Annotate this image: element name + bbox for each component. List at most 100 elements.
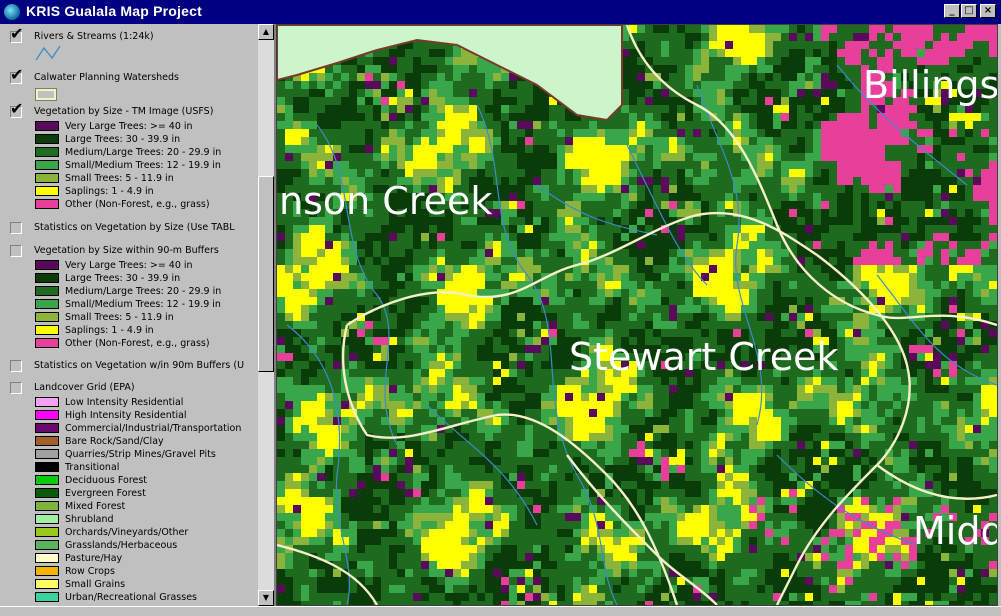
legend-item-label: High Intensity Residential (65, 410, 187, 421)
legend-layer: Vegetation by Size within 90-m Buffers Ve… (2, 243, 256, 350)
map-label-watershed: Billings (863, 63, 998, 107)
color-swatch (35, 134, 59, 144)
color-swatch (35, 173, 59, 183)
legend-item: Row Crops (2, 565, 256, 578)
checkmark-icon: ✔ (10, 99, 24, 118)
layer-header[interactable]: Statistics on Vegetation by Size (Use TA… (2, 220, 256, 236)
layer-header[interactable]: ✔ Rivers & Streams (1:24k) (2, 26, 256, 45)
legend-item-label: Urban/Recreational Grasses (65, 592, 197, 603)
layer-name: Vegetation by Size within 90-m Buffers (34, 245, 219, 256)
color-swatch (35, 325, 59, 335)
legend-item-label: Other (Non-Forest, e.g., grass) (65, 338, 210, 349)
legend-item: Commercial/Industrial/Transportation (2, 422, 256, 435)
layer-visibility-checkbox[interactable]: ✔ (10, 67, 23, 84)
layer-visibility-checkbox[interactable] (10, 382, 22, 394)
legend-item: High Intensity Residential (2, 409, 256, 422)
legend-item: Very Large Trees: >= 40 in (2, 259, 256, 272)
legend-item-label: Small Trees: 5 - 11.9 in (65, 312, 174, 323)
layer-visibility-checkbox[interactable] (10, 222, 22, 234)
legend-layer: Statistics on Vegetation w/in 90m Buffer… (2, 358, 256, 374)
legend-item-label: Quarries/Strip Mines/Gravel Pits (65, 449, 216, 460)
color-swatch (35, 527, 59, 537)
layer-name: Calwater Planning Watersheds (34, 72, 180, 83)
legend-item-label: Small Trees: 5 - 11.9 in (65, 173, 174, 184)
color-swatch (35, 199, 59, 209)
color-swatch (35, 260, 59, 270)
legend-item: Small Trees: 5 - 11.9 in (2, 311, 256, 324)
layer-header[interactable]: Landcover Grid (EPA) (2, 380, 256, 396)
color-swatch (35, 514, 59, 524)
legend-item-label: Very Large Trees: >= 40 in (65, 121, 193, 132)
legend-item-label: Grasslands/Herbaceous (65, 540, 178, 551)
map-label-watershed: Stewart Creek (569, 335, 839, 379)
vegetation-raster (277, 25, 997, 605)
legend-item-label: Large Trees: 30 - 39.9 in (65, 273, 181, 284)
vegetation-map[interactable] (277, 25, 997, 605)
layer-visibility-checkbox[interactable] (10, 360, 22, 372)
color-swatch (35, 397, 59, 407)
color-swatch (35, 592, 59, 602)
legend-item: Low Intensity Residential (2, 396, 256, 409)
legend-item-label: Small/Medium Trees: 12 - 19.9 in (65, 160, 221, 171)
color-swatch (35, 566, 59, 576)
layer-visibility-checkbox[interactable]: ✔ (10, 101, 23, 118)
legend-item-label: Large Trees: 30 - 39.9 in (65, 134, 181, 145)
legend-item: Large Trees: 30 - 39.9 in (2, 133, 256, 146)
layer-header[interactable]: Vegetation by Size within 90-m Buffers (2, 243, 256, 259)
legend-item: Shrubland (2, 513, 256, 526)
legend-item-label: Medium/Large Trees: 20 - 29.9 in (65, 147, 222, 158)
checkmark-icon: ✔ (10, 65, 24, 84)
legend-item-label: Small Grains (65, 579, 126, 590)
legend-scrollbar[interactable]: ▲ ▼ (258, 24, 274, 606)
layer-visibility-checkbox[interactable]: ✔ (10, 26, 23, 43)
checkmark-icon: ✔ (10, 24, 24, 43)
legend-layer: ✔ Calwater Planning Watersheds (2, 67, 256, 101)
legend-layer: ✔ Rivers & Streams (1:24k) (2, 26, 256, 61)
color-swatch (35, 147, 59, 157)
legend-item-label: Orchards/Vineyards/Other (65, 527, 189, 538)
legend-item-label: Deciduous Forest (65, 475, 148, 486)
legend-item: Bare Rock/Sand/Clay (2, 435, 256, 448)
layer-visibility-checkbox[interactable] (10, 245, 22, 257)
legend-layer: Landcover Grid (EPA) Low Intensity Reside… (2, 380, 256, 604)
watershed-boundary-symbol-icon (35, 88, 57, 101)
legend-item-label: Very Large Trees: >= 40 in (65, 260, 193, 271)
color-swatch (35, 160, 59, 170)
layer-name: Statistics on Vegetation by Size (Use TA… (34, 222, 235, 233)
legend-item: Evergreen Forest (2, 487, 256, 500)
legend-item: Other (Non-Forest, e.g., grass) (2, 198, 256, 211)
map-view[interactable]: nson Creek Billings Stewart Creek Midd (276, 24, 998, 606)
legend-item-label: Medium/Large Trees: 20 - 29.9 in (65, 286, 222, 297)
color-swatch (35, 312, 59, 322)
legend-item-label: Evergreen Forest (65, 488, 146, 499)
legend-item: Transitional (2, 461, 256, 474)
scroll-thumb[interactable] (258, 176, 274, 372)
legend-item-label: Pasture/Hay (65, 553, 123, 564)
title-bar: KRIS Gualala Map Project _ □ × (0, 0, 1001, 24)
layer-header[interactable]: ✔ Calwater Planning Watersheds (2, 67, 256, 86)
map-label-watershed: nson Creek (279, 179, 493, 223)
legend-item: Small Grains (2, 578, 256, 591)
layer-name: Landcover Grid (EPA) (34, 382, 135, 393)
scroll-down-arrow-icon[interactable]: ▼ (258, 590, 274, 606)
minimize-button[interactable]: _ (944, 4, 960, 18)
window-title: KRIS Gualala Map Project (26, 3, 202, 19)
legend-item-label: Other (Non-Forest, e.g., grass) (65, 199, 210, 210)
layer-header[interactable]: Statistics on Vegetation w/in 90m Buffer… (2, 358, 256, 374)
color-swatch (35, 553, 59, 563)
layer-name: Statistics on Vegetation w/in 90m Buffer… (34, 360, 245, 371)
color-swatch (35, 410, 59, 420)
stream-line-symbol-icon (35, 45, 61, 61)
layer-header[interactable]: ✔ Vegetation by Size - TM Image (USFS) (2, 101, 256, 120)
color-swatch (35, 579, 59, 589)
close-button[interactable]: × (980, 4, 996, 18)
map-label-watershed: Midd (913, 509, 998, 553)
maximize-button[interactable]: □ (961, 4, 977, 18)
legend-item-label: Low Intensity Residential (65, 397, 184, 408)
legend-item: Saplings: 1 - 4.9 in (2, 324, 256, 337)
legend-item: Large Trees: 30 - 39.9 in (2, 272, 256, 285)
scroll-up-arrow-icon[interactable]: ▲ (258, 24, 274, 40)
legend-item-label: Transitional (65, 462, 120, 473)
legend-item: Small/Medium Trees: 12 - 19.9 in (2, 159, 256, 172)
color-swatch (35, 423, 59, 433)
